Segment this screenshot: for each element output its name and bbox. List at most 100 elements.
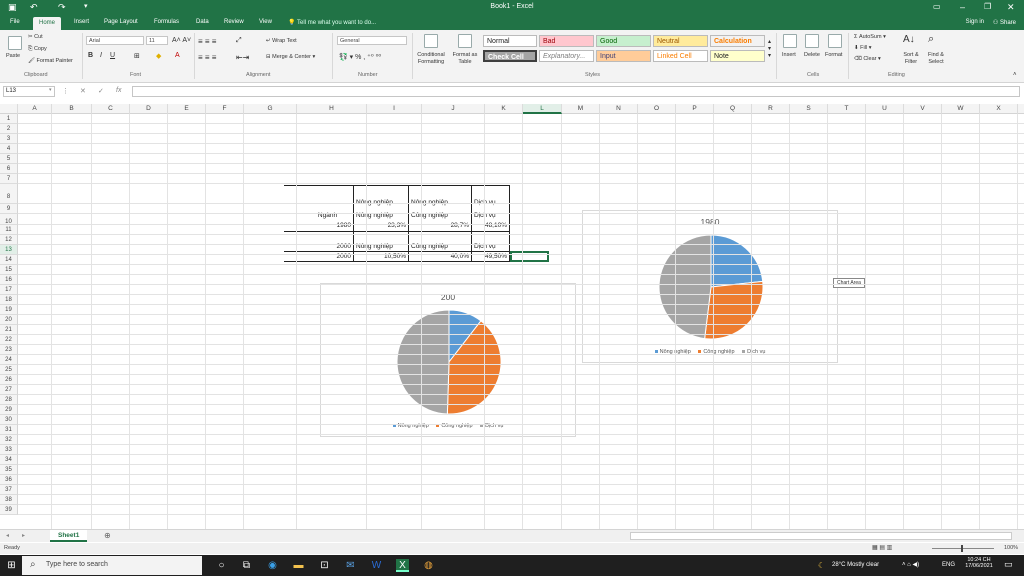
clock[interactable]: 10:24 CH 17/06/2021 bbox=[962, 557, 996, 569]
row-header-17[interactable]: 17 bbox=[0, 285, 18, 295]
row-header-1[interactable]: 1 bbox=[0, 114, 18, 124]
column-header-X[interactable]: X bbox=[980, 104, 1018, 114]
sort-filter-button[interactable]: Sort & Filter bbox=[900, 52, 922, 66]
cortana-icon[interactable]: ○ bbox=[215, 559, 228, 572]
pie-chart-1980[interactable]: 1980 Nông nghiệp Công nghiệp Dịch vụ bbox=[582, 210, 838, 363]
file-explorer-icon[interactable]: ▬ bbox=[292, 559, 305, 572]
active-cell-L13[interactable] bbox=[510, 251, 549, 262]
zoom-slider[interactable] bbox=[932, 548, 994, 549]
paste-icon[interactable] bbox=[8, 36, 22, 50]
column-header-F[interactable]: F bbox=[206, 104, 244, 114]
column-header-E[interactable]: E bbox=[168, 104, 206, 114]
grow-font-button[interactable]: A˄ A˅ bbox=[172, 37, 191, 44]
tab-view[interactable]: View bbox=[259, 19, 272, 25]
font-name-combo[interactable]: Arial bbox=[86, 36, 144, 45]
word-icon[interactable]: W bbox=[370, 559, 383, 572]
row-header-8[interactable]: 8 bbox=[0, 184, 18, 204]
row-header-20[interactable]: 20 bbox=[0, 315, 18, 325]
column-header-U[interactable]: U bbox=[866, 104, 904, 114]
column-header-S[interactable]: S bbox=[790, 104, 828, 114]
clear-button[interactable]: ⌫ Clear ▾ bbox=[854, 56, 881, 62]
copy-button[interactable]: ⎘ Copy bbox=[28, 46, 47, 53]
style-calculation[interactable]: Calculation bbox=[710, 35, 765, 47]
cell-I10[interactable]: 23,3% bbox=[354, 221, 408, 230]
conditional-formatting-icon[interactable] bbox=[424, 34, 438, 48]
cell-J10[interactable]: 28,7% bbox=[409, 221, 471, 230]
excel-icon[interactable]: X bbox=[396, 559, 409, 572]
number-format-combo[interactable]: General bbox=[337, 36, 407, 45]
row-header-18[interactable]: 18 bbox=[0, 295, 18, 305]
row-header-38[interactable]: 38 bbox=[0, 495, 18, 505]
style-bad[interactable]: Bad bbox=[539, 35, 594, 47]
notification-icon[interactable]: ▭ bbox=[1004, 559, 1013, 570]
italic-button[interactable]: I bbox=[100, 52, 102, 59]
row-header-3[interactable]: 3 bbox=[0, 134, 18, 144]
row-header-11[interactable]: 11 bbox=[0, 225, 18, 235]
fill-button[interactable]: ⬇ Fill ▾ bbox=[854, 45, 871, 51]
row-header-31[interactable]: 31 bbox=[0, 425, 18, 435]
conditional-formatting-button[interactable]: Conditional Formatting bbox=[414, 52, 448, 66]
insert-button[interactable]: Insert bbox=[782, 52, 796, 58]
row-header-32[interactable]: 32 bbox=[0, 435, 18, 445]
row-header-10[interactable]: 10 bbox=[0, 214, 18, 225]
column-header-B[interactable]: B bbox=[52, 104, 92, 114]
row-header-26[interactable]: 26 bbox=[0, 375, 18, 385]
font-color-icon[interactable]: A bbox=[175, 52, 180, 59]
select-all-corner[interactable] bbox=[0, 104, 18, 114]
sign-in-link[interactable]: Sign in bbox=[966, 19, 984, 25]
style-explanatory[interactable]: Explanatory... bbox=[539, 50, 594, 62]
wrap-text-button[interactable]: ↵ Wrap Text bbox=[266, 38, 297, 44]
horizontal-scrollbar[interactable] bbox=[630, 532, 1012, 540]
tab-data[interactable]: Data bbox=[196, 19, 209, 25]
style-input[interactable]: Input bbox=[596, 50, 651, 62]
column-header-V[interactable]: V bbox=[904, 104, 942, 114]
delete-button[interactable]: Delete bbox=[804, 52, 820, 58]
column-header-D[interactable]: D bbox=[130, 104, 168, 114]
magnifier-icon[interactable]: ⌕ bbox=[928, 33, 934, 46]
find-select-button[interactable]: Find & Select bbox=[925, 52, 947, 66]
column-header-G[interactable]: G bbox=[244, 104, 297, 114]
row-header-4[interactable]: 4 bbox=[0, 144, 18, 154]
row-header-14[interactable]: 14 bbox=[0, 255, 18, 265]
row-header-13[interactable]: 13 bbox=[0, 245, 18, 255]
cell-K10[interactable]: 48,10% bbox=[472, 221, 509, 230]
row-header-22[interactable]: 22 bbox=[0, 335, 18, 345]
row-header-30[interactable]: 30 bbox=[0, 415, 18, 425]
name-box[interactable]: L13 bbox=[3, 86, 55, 97]
row-header-29[interactable]: 29 bbox=[0, 405, 18, 415]
column-header-K[interactable]: K bbox=[485, 104, 523, 114]
column-header-R[interactable]: R bbox=[752, 104, 790, 114]
row-header-39[interactable]: 39 bbox=[0, 505, 18, 515]
close-icon[interactable]: ✕ bbox=[1007, 2, 1015, 13]
taskbar-search-box[interactable]: ⌕ Type here to search bbox=[22, 556, 202, 575]
row-header-16[interactable]: 16 bbox=[0, 275, 18, 285]
enter-icon[interactable]: ✓ bbox=[98, 87, 104, 95]
tab-formulas[interactable]: Formulas bbox=[154, 19, 179, 25]
column-header-P[interactable]: P bbox=[676, 104, 714, 114]
merge-center-button[interactable]: ⊟ Merge & Center ▾ bbox=[266, 54, 315, 60]
currency-icon[interactable]: 💱 ▾ % , ⁺⁰ ⁰⁰ bbox=[339, 53, 381, 61]
zoom-slider-thumb[interactable] bbox=[961, 545, 963, 552]
store-icon[interactable]: ⊡ bbox=[318, 559, 331, 572]
format-button[interactable]: Format bbox=[825, 52, 842, 58]
column-header-N[interactable]: N bbox=[600, 104, 638, 114]
style-note[interactable]: Note bbox=[710, 50, 765, 62]
tab-home[interactable]: Home bbox=[33, 17, 62, 30]
windows-start-icon[interactable]: ⊞ bbox=[5, 559, 18, 572]
column-header-J[interactable]: J bbox=[422, 104, 485, 114]
sort-filter-icon[interactable]: A↓ bbox=[903, 34, 915, 45]
task-view-icon[interactable]: ⧉ bbox=[240, 559, 253, 572]
column-header-H[interactable]: H bbox=[297, 104, 367, 114]
format-as-table-icon[interactable] bbox=[458, 34, 472, 48]
cancel-icon[interactable]: ✕ bbox=[80, 87, 86, 95]
tab-review[interactable]: Review bbox=[224, 19, 244, 25]
row-header-28[interactable]: 28 bbox=[0, 395, 18, 405]
pie-slice-0[interactable] bbox=[710, 234, 764, 288]
ribbon-display-icon[interactable]: ▭ bbox=[933, 2, 941, 11]
row-header-6[interactable]: 6 bbox=[0, 164, 18, 174]
format-cells-icon[interactable] bbox=[828, 34, 842, 48]
underline-button[interactable]: U bbox=[110, 52, 115, 59]
style-neutral[interactable]: Neutral bbox=[653, 35, 708, 47]
bold-button[interactable]: B bbox=[88, 52, 93, 59]
pie-slice-2[interactable] bbox=[396, 309, 450, 415]
